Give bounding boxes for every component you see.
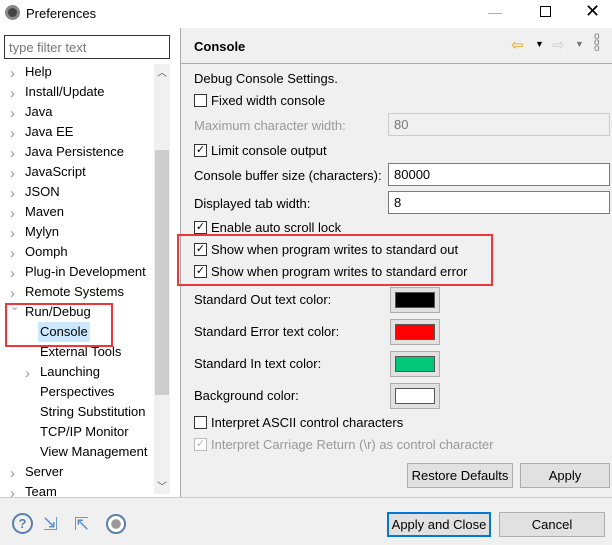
eclipse-gear-icon bbox=[5, 5, 20, 20]
fixed-width-label: Fixed width console bbox=[211, 93, 326, 108]
tree-item[interactable]: Java Persistence bbox=[25, 142, 124, 162]
window-title: Preferences bbox=[26, 6, 97, 21]
page-header bbox=[181, 28, 612, 64]
ascii-label: Interpret ASCII control characters bbox=[211, 415, 404, 430]
tree-item[interactable]: String Substitution bbox=[40, 402, 146, 422]
err-color-button[interactable] bbox=[390, 319, 440, 345]
err-color-swatch bbox=[395, 324, 435, 340]
minimize-button[interactable]: — bbox=[488, 4, 502, 20]
more-options-icon[interactable]: ooo bbox=[594, 32, 600, 54]
scroll-up-icon[interactable]: ︿ bbox=[157, 64, 167, 79]
tree-item[interactable]: Launching bbox=[40, 362, 100, 382]
help-icon[interactable]: ? bbox=[12, 513, 33, 534]
out-color-button[interactable] bbox=[390, 287, 440, 313]
auto-scroll-label: Enable auto scroll lock bbox=[211, 220, 342, 235]
buffer-size-label: Console buffer size (characters): bbox=[194, 168, 382, 183]
tree-item[interactable]: Java bbox=[25, 102, 52, 122]
chevron-right-icon[interactable]: › bbox=[10, 185, 15, 202]
max-width-input[interactable]: 80 bbox=[388, 113, 610, 136]
fixed-width-checkbox[interactable] bbox=[194, 94, 207, 107]
highlight-rundebug bbox=[5, 303, 113, 347]
chevron-right-icon[interactable]: › bbox=[10, 165, 15, 182]
tree-item[interactable]: Remote Systems bbox=[25, 282, 124, 302]
tree-item[interactable]: Perspectives bbox=[40, 382, 114, 402]
tab-width-label: Displayed tab width: bbox=[194, 196, 311, 211]
chevron-right-icon[interactable]: › bbox=[10, 245, 15, 262]
in-color-label: Standard In text color: bbox=[194, 356, 322, 371]
apply-button[interactable]: Apply bbox=[520, 463, 610, 488]
chevron-right-icon[interactable]: › bbox=[10, 265, 15, 282]
bg-color-button[interactable] bbox=[390, 383, 440, 409]
maximize-button[interactable] bbox=[540, 6, 551, 17]
chevron-right-icon[interactable]: › bbox=[10, 465, 15, 482]
import-icon[interactable]: ⇲ bbox=[43, 514, 58, 535]
chevron-right-icon[interactable]: › bbox=[10, 125, 15, 142]
chevron-right-icon[interactable]: › bbox=[10, 485, 15, 502]
tree-item[interactable]: Install/Update bbox=[25, 82, 105, 102]
chevron-right-icon[interactable]: › bbox=[10, 225, 15, 242]
chevron-right-icon[interactable]: › bbox=[25, 365, 30, 382]
apply-and-close-button[interactable]: Apply and Close bbox=[387, 512, 491, 537]
cr-label: Interpret Carriage Return (\r) as contro… bbox=[211, 437, 494, 452]
back-arrow-icon[interactable]: ⇦ bbox=[511, 36, 524, 54]
buffer-size-input[interactable]: 80000 bbox=[388, 163, 610, 186]
scroll-down-icon[interactable]: ﹀ bbox=[157, 478, 167, 493]
tree-item[interactable]: Oomph bbox=[25, 242, 68, 262]
page-title: Console bbox=[194, 39, 246, 54]
limit-output-checkbox[interactable]: ✓ bbox=[194, 144, 207, 157]
auto-scroll-checkbox[interactable]: ✓ bbox=[194, 221, 207, 234]
max-width-label: Maximum character width: bbox=[194, 118, 346, 133]
chevron-right-icon[interactable]: › bbox=[10, 205, 15, 222]
restore-defaults-button[interactable]: Restore Defaults bbox=[407, 463, 513, 488]
limit-output-label: Limit console output bbox=[211, 143, 327, 158]
chevron-right-icon[interactable]: › bbox=[10, 145, 15, 162]
chevron-right-icon[interactable]: › bbox=[10, 65, 15, 82]
close-button[interactable]: ✕ bbox=[585, 1, 600, 22]
tree-item[interactable]: JSON bbox=[25, 182, 60, 202]
cr-checkbox: ✓ bbox=[194, 438, 207, 451]
forward-menu-icon[interactable]: ▼ bbox=[575, 39, 584, 49]
record-icon[interactable] bbox=[106, 514, 126, 534]
tree-item[interactable]: Server bbox=[25, 462, 63, 482]
tree-item[interactable]: Maven bbox=[25, 202, 64, 222]
in-color-swatch bbox=[395, 356, 435, 372]
section-label: Debug Console Settings. bbox=[194, 71, 338, 86]
tree-item[interactable]: Java EE bbox=[25, 122, 73, 142]
footer-separator bbox=[0, 497, 612, 498]
bg-color-label: Background color: bbox=[194, 388, 299, 403]
scrollbar-thumb[interactable] bbox=[155, 150, 169, 395]
chevron-right-icon[interactable]: › bbox=[10, 85, 15, 102]
tab-width-input[interactable]: 8 bbox=[388, 191, 610, 214]
forward-arrow-icon[interactable]: ⇨ bbox=[552, 36, 565, 54]
chevron-right-icon[interactable]: › bbox=[10, 105, 15, 122]
export-icon[interactable]: ⇱ bbox=[74, 514, 89, 535]
bg-color-swatch bbox=[395, 388, 435, 404]
tree-item[interactable]: View Management bbox=[40, 442, 147, 462]
filter-input[interactable] bbox=[4, 35, 170, 59]
in-color-button[interactable] bbox=[390, 351, 440, 377]
title-bar: Preferences — ✕ bbox=[0, 0, 612, 28]
tree-item[interactable]: Mylyn bbox=[25, 222, 59, 242]
cancel-button[interactable]: Cancel bbox=[499, 512, 605, 537]
tree-item[interactable]: TCP/IP Monitor bbox=[40, 422, 129, 442]
highlight-show-options bbox=[177, 234, 493, 286]
tree-item[interactable]: Help bbox=[25, 62, 52, 82]
ascii-checkbox[interactable] bbox=[194, 416, 207, 429]
back-menu-icon[interactable]: ▼ bbox=[535, 39, 544, 49]
out-color-label: Standard Out text color: bbox=[194, 292, 332, 307]
tree-item[interactable]: JavaScript bbox=[25, 162, 86, 182]
tree-item[interactable]: Plug-in Development bbox=[25, 262, 146, 282]
out-color-swatch bbox=[395, 292, 435, 308]
tree-item[interactable]: Team bbox=[25, 482, 57, 502]
err-color-label: Standard Error text color: bbox=[194, 324, 340, 339]
